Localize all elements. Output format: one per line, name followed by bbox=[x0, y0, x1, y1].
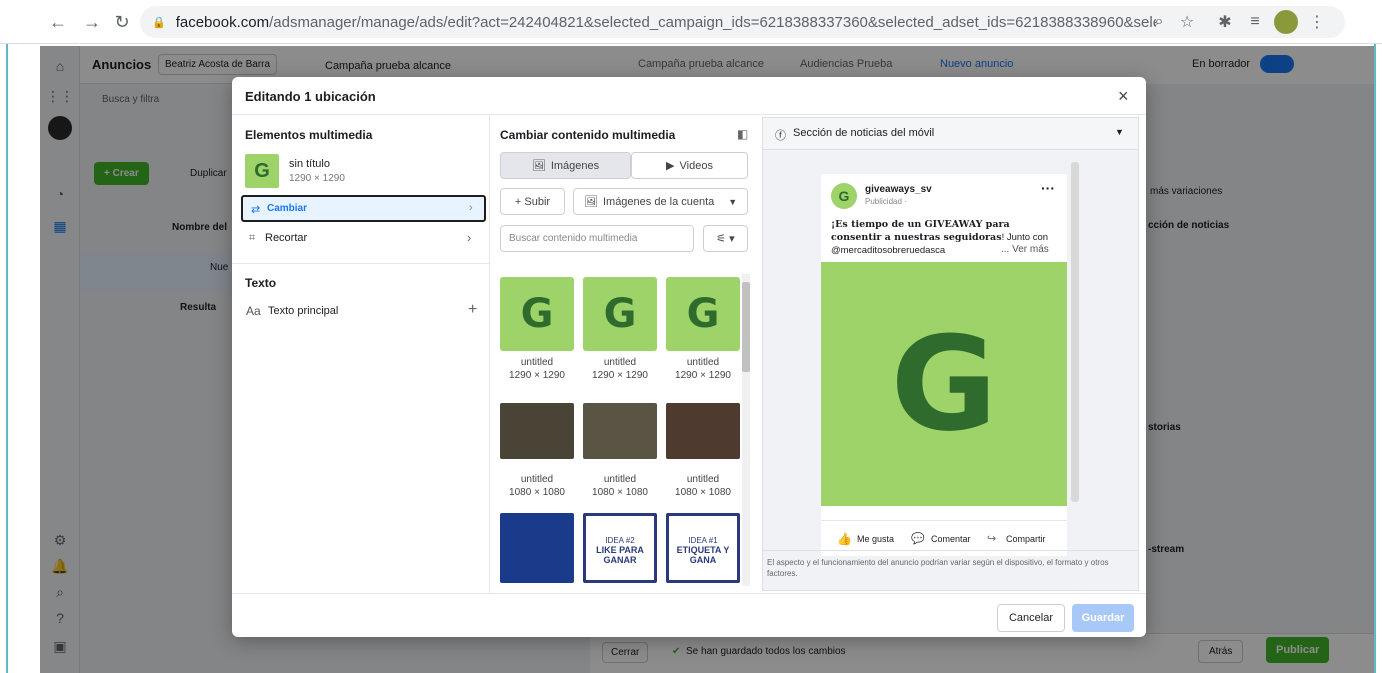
crop-label: Recortar bbox=[265, 232, 308, 244]
zoom-icon[interactable]: ⌕ bbox=[1148, 11, 1170, 33]
placement-label: Sección de noticias del móvil bbox=[793, 127, 935, 139]
save-button[interactable]: Guardar bbox=[1072, 604, 1134, 632]
crop-item[interactable]: ⌗ Recortar › bbox=[241, 227, 486, 251]
media-tile[interactable]: G bbox=[583, 277, 657, 351]
chevron-right-icon: › bbox=[467, 230, 472, 245]
primary-text-label[interactable]: Texto principal bbox=[268, 305, 338, 317]
change-icon: ⇄ bbox=[251, 204, 261, 216]
video-icon: ▶ bbox=[666, 160, 675, 172]
sponsored-label: Publicidad · bbox=[865, 197, 907, 206]
photo-tile[interactable] bbox=[666, 403, 740, 459]
see-more-link[interactable]: ... Ver más bbox=[1001, 244, 1049, 255]
page-avatar: G bbox=[831, 183, 857, 209]
text-heading: Texto bbox=[245, 276, 277, 290]
url-path: /adsmanager/manage/ads/edit?act=24240482… bbox=[269, 13, 1156, 31]
filter-icon: ⚟ ▾ bbox=[716, 233, 735, 245]
placement-dropdown[interactable]: ⓕ Sección de noticias del móvil ▼ bbox=[763, 118, 1138, 150]
preview-disclaimer: El aspecto y el funcionamiento del anunc… bbox=[767, 558, 1109, 578]
reload-icon[interactable]: ↻ bbox=[108, 8, 136, 36]
edit-placement-modal: Editando 1 ubicación × Elementos multime… bbox=[232, 77, 1146, 637]
star-icon[interactable]: ☆ bbox=[1176, 11, 1198, 33]
page-name: giveaways_sv bbox=[865, 184, 932, 195]
reading-list-icon[interactable]: ≡ bbox=[1244, 11, 1266, 33]
text-icon: Aa bbox=[246, 304, 261, 318]
chevron-right-icon: › bbox=[469, 202, 473, 214]
add-text-icon[interactable]: + bbox=[468, 301, 477, 319]
caret-down-icon: ▼ bbox=[728, 196, 738, 207]
ad-image: G bbox=[821, 262, 1067, 506]
promo-tile[interactable] bbox=[500, 513, 574, 583]
caret-down-icon: ▼ bbox=[1115, 127, 1124, 137]
media-search-input[interactable]: Buscar contenido multimedia bbox=[500, 225, 694, 252]
image-icon: 🖼 bbox=[531, 160, 546, 172]
share-button[interactable]: Compartir bbox=[1006, 534, 1046, 544]
filter-dropdown[interactable]: ⚟ ▾ bbox=[703, 225, 748, 252]
modal-title: Editando 1 ubicación bbox=[245, 89, 376, 104]
comment-icon[interactable]: 💬 bbox=[911, 532, 925, 545]
share-icon[interactable]: ↪ bbox=[987, 532, 996, 545]
menu-icon[interactable]: ⋮ bbox=[1306, 11, 1328, 33]
media-tile[interactable]: G bbox=[500, 277, 574, 351]
facebook-icon: ⓕ bbox=[775, 130, 786, 142]
media-heading: Elementos multimedia bbox=[245, 128, 373, 142]
browser-toolbar: ← → ↻ 🔒 facebook.com/adsmanager/manage/a… bbox=[0, 0, 1382, 44]
extensions-icon[interactable]: ✱ bbox=[1214, 11, 1236, 33]
change-media-heading: Cambiar contenido multimedia bbox=[500, 128, 676, 142]
forward-icon[interactable]: → bbox=[78, 8, 106, 36]
ad-preview-card: G giveaways_sv Publicidad · ··· ¡Es tiem… bbox=[821, 174, 1067, 556]
more-options-icon[interactable]: ··· bbox=[1041, 180, 1055, 196]
crop-icon: ⌗ bbox=[249, 232, 256, 244]
post-mention: @mercaditosobreruedasca bbox=[831, 245, 946, 256]
preview-scrollbar[interactable] bbox=[1071, 162, 1079, 502]
cancel-button[interactable]: Cancelar bbox=[997, 604, 1065, 632]
idea1-tile[interactable]: IDEA #1 ETIQUETA Y GANA bbox=[666, 513, 740, 583]
change-media-item[interactable]: ⇄ Cambiar › bbox=[241, 195, 486, 222]
photo-tile[interactable] bbox=[500, 403, 574, 459]
close-icon[interactable]: × bbox=[1118, 86, 1129, 107]
media-name: sin título bbox=[289, 158, 330, 170]
post-text-bold: ¡Es tiempo de un GIVEAWAY para consentir… bbox=[831, 219, 1010, 243]
media-scrollbar[interactable] bbox=[742, 274, 750, 586]
profile-avatar[interactable] bbox=[1274, 10, 1298, 34]
tab-videos[interactable]: ▶ Videos bbox=[631, 152, 748, 179]
upload-button[interactable]: + Subir bbox=[500, 188, 565, 215]
photo-tile[interactable] bbox=[583, 403, 657, 459]
tab-images[interactable]: 🖼 Imágenes bbox=[500, 152, 631, 179]
back-icon[interactable]: ← bbox=[44, 8, 72, 36]
image-icon: 🖼 bbox=[584, 196, 598, 208]
media-thumbnail: G bbox=[245, 154, 279, 188]
change-label: Cambiar bbox=[267, 203, 308, 214]
media-tile[interactable]: G bbox=[666, 277, 740, 351]
account-images-dropdown[interactable]: 🖼 Imágenes de la cuenta ▼ bbox=[573, 188, 748, 215]
media-dims: 1290 × 1290 bbox=[289, 173, 345, 184]
collapse-panel-icon[interactable]: ◧ bbox=[737, 127, 748, 141]
idea2-tile[interactable]: IDEA #2 LIKE PARA GANAR bbox=[583, 513, 657, 583]
url-host: facebook.com bbox=[175, 13, 270, 31]
comment-button[interactable]: Comentar bbox=[931, 534, 971, 544]
like-icon[interactable]: 👍 bbox=[837, 532, 852, 546]
lock-icon: 🔒 bbox=[152, 16, 166, 29]
post-text: ! Junto con bbox=[1001, 232, 1049, 243]
like-button[interactable]: Me gusta bbox=[857, 534, 894, 544]
